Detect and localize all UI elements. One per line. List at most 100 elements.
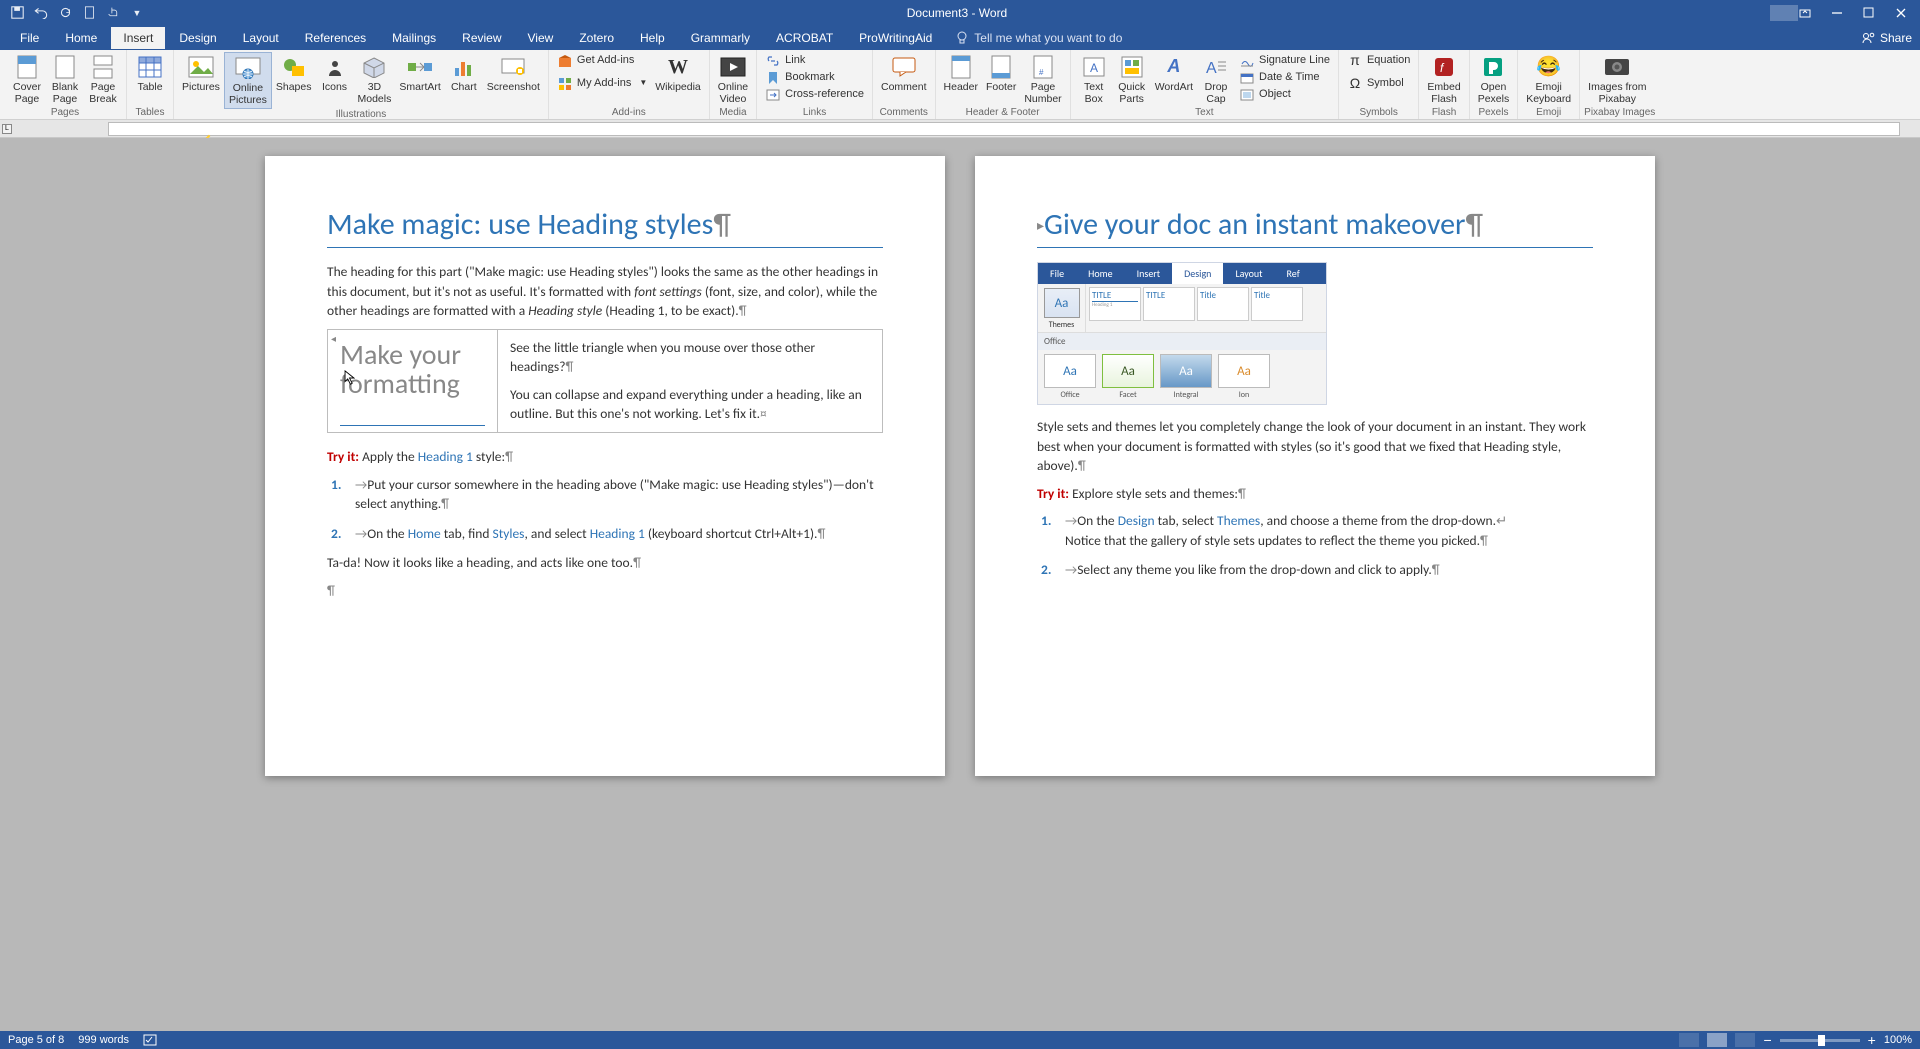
drop-cap-icon: A [1202, 54, 1230, 80]
group-label-links: Links [761, 107, 868, 119]
ribbon: Cover Page Blank Page Page Break Pages T… [0, 50, 1920, 120]
online-video-button[interactable]: Online Video [714, 52, 752, 107]
page-break-button[interactable]: Page Break [84, 52, 122, 107]
date-time-button[interactable]: Date & Time [1235, 69, 1334, 86]
shapes-button[interactable]: Shapes [272, 52, 316, 96]
object-button[interactable]: Object [1235, 86, 1334, 103]
pixabay-button[interactable]: Images from Pixabay [1584, 52, 1650, 107]
tab-grammarly[interactable]: Grammarly [679, 27, 762, 49]
signature-line-button[interactable]: Signature Line [1235, 52, 1334, 69]
my-addins-button[interactable]: My Add-ins▼ [553, 75, 651, 92]
tab-review[interactable]: Review [450, 27, 513, 49]
touch-mode-icon[interactable] [106, 6, 120, 20]
pictures-icon [187, 54, 215, 80]
group-comments: Comment Comments [873, 50, 936, 119]
footer-button[interactable]: Footer [982, 52, 1020, 96]
online-pictures-button[interactable]: Online Pictures [224, 52, 272, 109]
document-canvas[interactable]: Make magic: use Heading styles¶ The head… [0, 138, 1920, 1031]
para-stylesets: Style sets and themes let you completely… [1037, 417, 1593, 476]
link-icon [765, 53, 781, 69]
word-count[interactable]: 999 words [78, 1034, 129, 1046]
group-flash: fEmbed Flash Flash [1419, 50, 1469, 119]
page-number-button[interactable]: #Page Number [1020, 52, 1065, 107]
design-tab-screenshot: File Home Insert Design Layout Ref Aa Th… [1037, 262, 1327, 405]
tab-file[interactable]: File [8, 27, 51, 49]
get-addins-button[interactable]: Get Add-ins [553, 52, 651, 69]
new-doc-icon[interactable] [82, 6, 96, 20]
tab-zotero[interactable]: Zotero [567, 27, 626, 49]
zoom-out-button[interactable]: − [1763, 1032, 1771, 1048]
chart-icon [450, 54, 478, 80]
tab-selector[interactable]: L [2, 124, 12, 134]
smartart-button[interactable]: SmartArt [395, 52, 444, 96]
page-indicator[interactable]: Page 5 of 8 [8, 1034, 64, 1046]
footer-icon [987, 54, 1015, 80]
3d-models-button[interactable]: 3D Models [354, 52, 396, 107]
print-layout-button[interactable] [1707, 1033, 1727, 1047]
wikipedia-button[interactable]: WWikipedia [651, 52, 705, 96]
screenshot-button[interactable]: Screenshot [483, 52, 544, 96]
save-icon[interactable] [10, 6, 24, 20]
maximize-icon[interactable] [1862, 6, 1876, 20]
cover-page-button[interactable]: Cover Page [8, 52, 46, 107]
tab-layout[interactable]: Layout [231, 27, 291, 49]
icons-button[interactable]: Icons [316, 52, 354, 96]
emoji-keyboard-button[interactable]: 😂Emoji Keyboard [1522, 52, 1575, 107]
equation-button[interactable]: πEquation [1343, 52, 1414, 69]
zoom-level[interactable]: 100% [1884, 1034, 1912, 1046]
spellcheck-icon[interactable] [143, 1034, 159, 1046]
tab-acrobat[interactable]: ACROBAT [764, 27, 845, 49]
flash-icon: f [1430, 54, 1458, 80]
minimize-icon[interactable] [1830, 6, 1844, 20]
table-button[interactable]: Table [131, 52, 169, 96]
open-pexels-button[interactable]: Open Pexels [1474, 52, 1514, 107]
screenshot-icon [499, 54, 527, 80]
close-icon[interactable] [1894, 6, 1908, 20]
cross-reference-button[interactable]: Cross-reference [761, 86, 868, 103]
svg-text:A: A [1090, 61, 1098, 75]
share-button[interactable]: Share [1862, 31, 1912, 45]
tab-prowritingaid[interactable]: ProWritingAid [847, 27, 944, 49]
zoom-in-button[interactable]: + [1868, 1032, 1876, 1048]
comment-button[interactable]: Comment [877, 52, 931, 96]
horizontal-ruler[interactable] [108, 122, 1900, 136]
account-placeholder[interactable] [1770, 5, 1798, 21]
link-button[interactable]: Link [761, 52, 868, 69]
tab-mailings[interactable]: Mailings [380, 27, 448, 49]
chart-button[interactable]: Chart [445, 52, 483, 96]
quick-parts-button[interactable]: Quick Parts [1113, 52, 1151, 107]
header-button[interactable]: Header [940, 52, 982, 96]
tab-view[interactable]: View [516, 27, 566, 49]
tab-home[interactable]: Home [53, 27, 109, 49]
ribbon-display-icon[interactable] [1798, 6, 1812, 20]
pexels-icon [1479, 54, 1507, 80]
cube-icon [360, 54, 388, 80]
ds-tab-ref: Ref [1275, 263, 1312, 284]
addins-icon [557, 76, 573, 92]
wordart-button[interactable]: AWordArt [1151, 52, 1197, 96]
tab-design[interactable]: Design [167, 27, 228, 49]
undo-icon[interactable] [34, 6, 48, 20]
svg-text:#: # [1039, 68, 1044, 77]
pictures-button[interactable]: Pictures [178, 52, 224, 96]
tab-references[interactable]: References [293, 27, 378, 49]
customize-qat-icon[interactable]: ▼ [130, 6, 144, 20]
embed-flash-button[interactable]: fEmbed Flash [1423, 52, 1464, 107]
symbol-button[interactable]: ΩSymbol [1343, 75, 1414, 92]
text-box-button[interactable]: AText Box [1075, 52, 1113, 107]
svg-text:A: A [1206, 60, 1217, 77]
ribbon-tabs: File Home Insert Design Layout Reference… [0, 25, 1920, 50]
group-links: Link Bookmark Cross-reference Links [757, 50, 873, 119]
zoom-slider[interactable] [1780, 1039, 1860, 1042]
group-media: Online Video Media [710, 50, 757, 119]
drop-cap-button[interactable]: ADrop Cap [1197, 52, 1235, 107]
bookmark-button[interactable]: Bookmark [761, 69, 868, 86]
tab-help[interactable]: Help [628, 27, 677, 49]
read-mode-button[interactable] [1679, 1033, 1699, 1047]
web-layout-button[interactable] [1735, 1033, 1755, 1047]
tab-insert[interactable]: Insert [111, 27, 165, 49]
tell-me-search[interactable]: Tell me what you want to do [956, 31, 1122, 45]
blank-page-button[interactable]: Blank Page [46, 52, 84, 107]
redo-icon[interactable] [58, 6, 72, 20]
shapes-icon [280, 54, 308, 80]
